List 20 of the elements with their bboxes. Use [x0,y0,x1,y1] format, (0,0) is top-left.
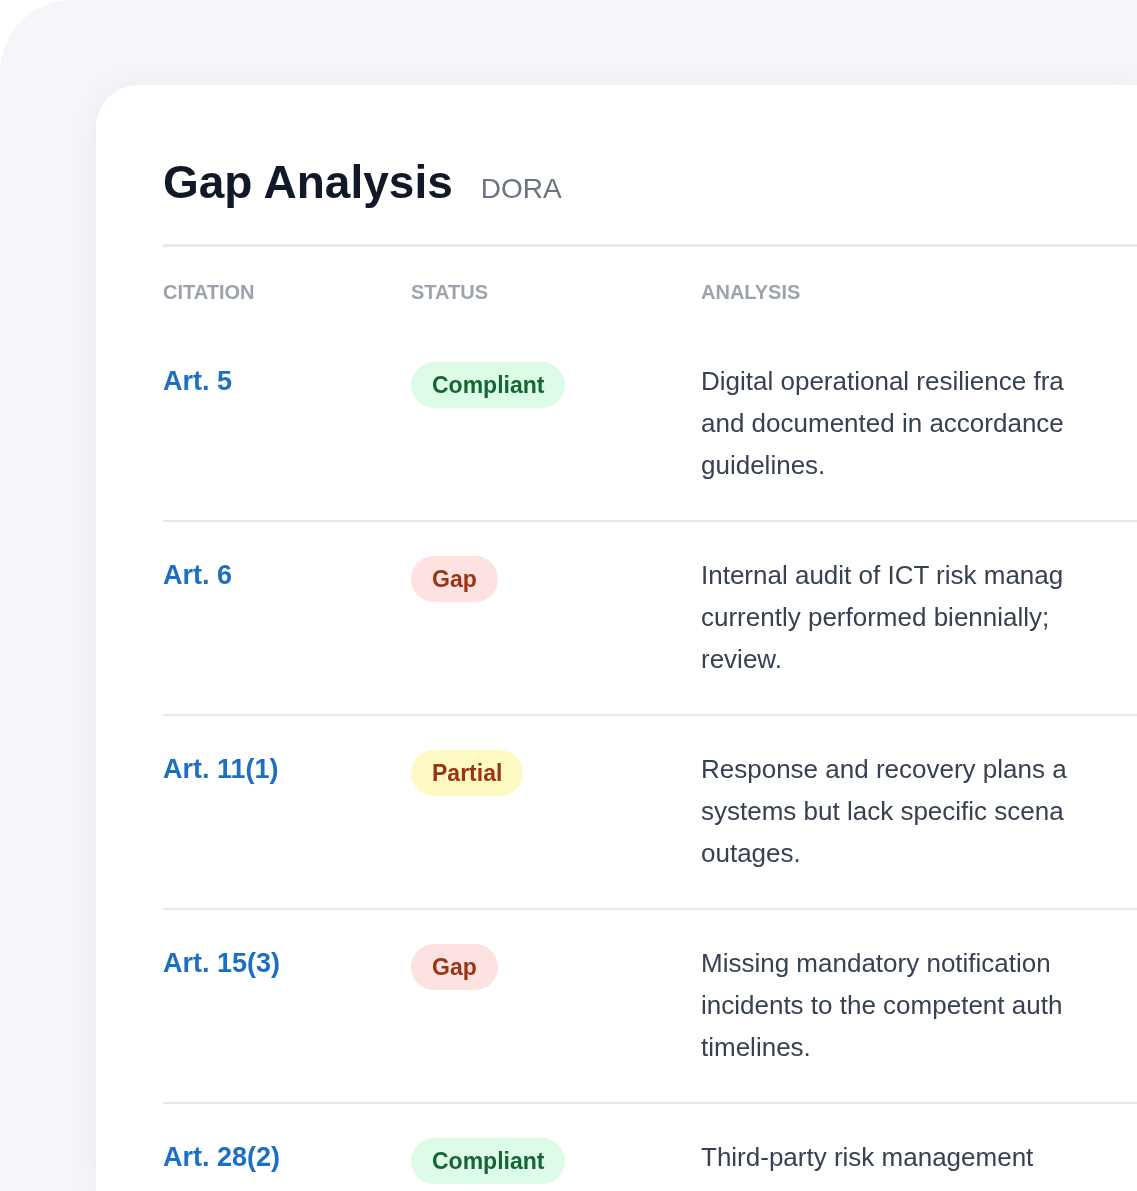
page-title: Gap Analysis [163,155,453,209]
citation-link[interactable]: Art. 11(1) [163,748,411,785]
analysis-text: Third-party risk management [701,1141,1035,1174]
status-badge: Compliant [411,362,566,408]
status-badge: Gap [411,944,498,990]
analysis-text: Internal audit of ICT risk manag currently performed biennially; review. [701,559,1065,676]
framework-label: DORA [480,173,562,205]
status-badge: Compliant [411,1138,566,1184]
column-header: CITATION [163,281,256,304]
citation-link[interactable]: Art. 28(2) [163,1136,411,1173]
column-header: STATUS [411,281,490,304]
citation-link[interactable]: Art. 15(3) [163,942,411,979]
analysis-text: Missing mandatory notification incidents to the competent auth timelines. [701,947,1064,1064]
status-badge: Gap [411,556,498,602]
analysis-text: Response and recovery plans a systems but lack specific scena outages. [701,753,1068,870]
analysis-text: Digital operational resilience fra and documented in accordance guidelines. [701,365,1065,482]
citation-link[interactable]: Art. 6 [163,554,411,591]
column-header: ANALYSIS [701,281,802,304]
status-badge: Partial [411,750,524,796]
citation-link[interactable]: Art. 5 [163,360,411,397]
